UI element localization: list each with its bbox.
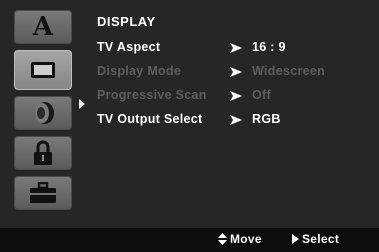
- setting-row-progressive-scan[interactable]: Progressive Scan Off: [84, 86, 376, 108]
- select-hint-label: Select: [302, 232, 340, 246]
- right-arrow-icon: [230, 67, 242, 77]
- select-hint: Select: [292, 232, 339, 246]
- setting-row-tv-output-select[interactable]: TV Output Select RGB: [84, 110, 376, 132]
- up-down-arrows-icon: [218, 233, 227, 245]
- setting-label: Display Mode: [97, 64, 182, 78]
- speaker-audio-icon: [35, 102, 54, 124]
- setting-row-display-mode[interactable]: Display Mode Widescreen: [84, 62, 376, 84]
- right-arrow-icon: [230, 43, 242, 53]
- briefcase-others-icon: [30, 182, 56, 203]
- setting-label: TV Output Select: [97, 112, 203, 126]
- setting-value: Off: [252, 88, 271, 102]
- setting-value: RGB: [252, 112, 281, 126]
- setting-value: 16 : 9: [252, 40, 286, 54]
- dvd-setup-screen: A DISPLAY TV Aspect 16: 9 Display Mode …: [0, 0, 379, 252]
- right-arrow-icon: [230, 91, 242, 101]
- move-hint-label: Move: [230, 232, 262, 246]
- move-hint: Move: [218, 232, 262, 246]
- category-sidebar: A: [8, 10, 85, 222]
- sidebar-item-display[interactable]: [14, 50, 72, 90]
- right-arrow-icon: [230, 115, 242, 125]
- right-triangle-icon: [292, 234, 299, 244]
- sidebar-item-others[interactable]: [14, 176, 72, 210]
- tv-display-icon: [31, 62, 55, 78]
- setting-label: Progressive Scan: [97, 88, 207, 102]
- sidebar-item-audio[interactable]: [14, 96, 72, 130]
- setting-row-tv-aspect[interactable]: TV Aspect 16 : 9: [84, 38, 376, 60]
- sidebar-item-lock[interactable]: [14, 136, 72, 170]
- language-a-icon: A: [32, 12, 54, 42]
- sidebar-item-language[interactable]: A: [14, 10, 72, 44]
- padlock-icon: [34, 140, 52, 165]
- settings-panel: DISPLAY TV Aspect 16 : 9 Display Mode Wi…: [84, 10, 376, 218]
- setting-value: Widescreen: [252, 64, 326, 78]
- setting-label: TV Aspect: [97, 40, 161, 54]
- page-title: DISPLAY: [97, 14, 156, 29]
